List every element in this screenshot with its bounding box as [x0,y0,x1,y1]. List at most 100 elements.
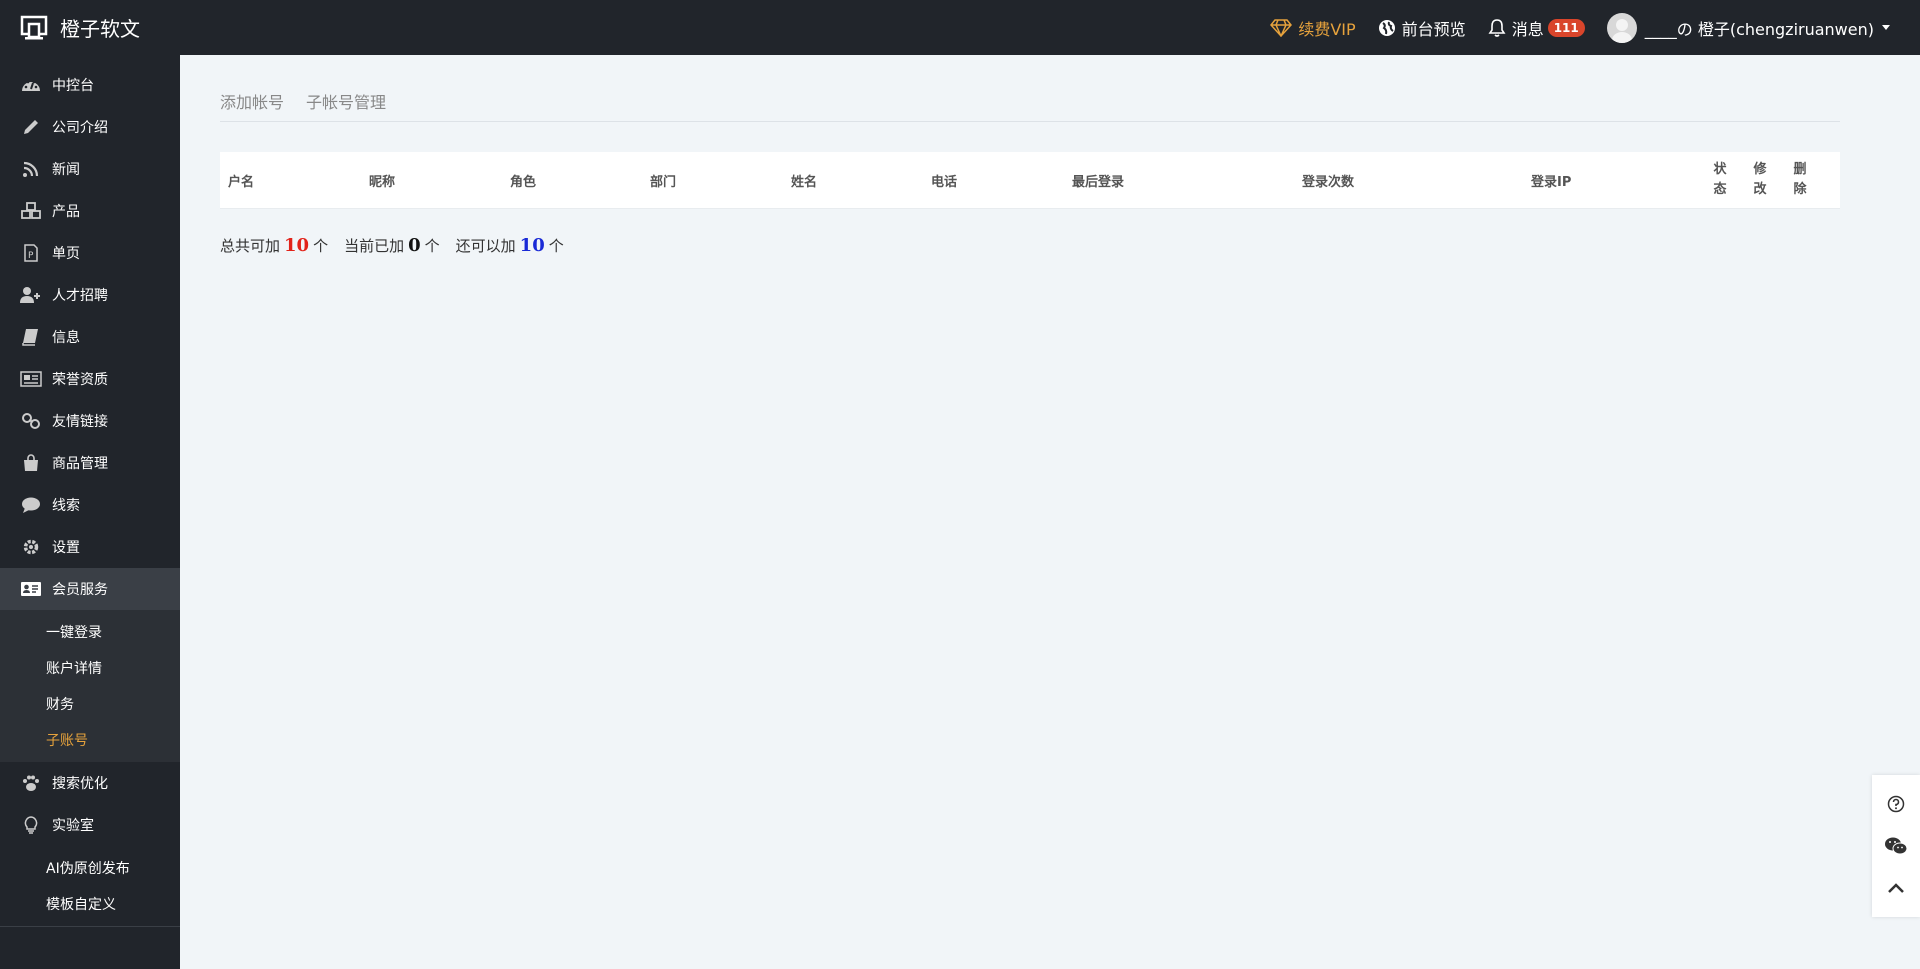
shopping-bag-icon [24,454,38,471]
unit-1: 个 [313,237,329,255]
front-preview-link[interactable]: 前台预览 [1378,16,1466,40]
help-button[interactable] [1884,792,1908,816]
user-menu[interactable]: ____の 橙子(chengziruanwen) [1606,12,1890,43]
pencil-icon [24,120,38,134]
user-name: ____の 橙子(chengziruanwen) [1644,19,1874,39]
unit-3: 个 [548,237,564,255]
messages-label: 消息 [1511,19,1544,39]
sidebar-label: 荣誉资质 [52,372,108,388]
col-phone: 电话 [931,174,958,190]
comment-icon [22,497,40,513]
table-header: 户名 昵称 角色 部门 姓名 电话 最后登录 登录次数 登录IP 状 态 修 改… [220,152,1840,208]
sidebar-item-goods[interactable]: 商品管理 [0,442,180,484]
sidebar-label: 会员服务 [52,582,108,598]
messages-link[interactable]: 消息 111 [1488,16,1585,40]
chevron-up-icon [1888,883,1904,893]
sub-item-template-custom[interactable]: 模板自定义 [0,886,180,922]
back-to-top-button[interactable] [1884,876,1908,900]
sidebar-item-leads[interactable]: 线索 [0,484,180,526]
avatar [1606,12,1637,43]
preview-label: 前台预览 [1401,19,1466,39]
sidebar-item-company[interactable]: 公司介绍 [0,106,180,148]
diamond-icon [1270,18,1293,37]
bell-icon [1488,18,1506,37]
lightbulb-icon [24,816,38,834]
messages-badge: 111 [1547,18,1585,37]
col-username: 户名 [228,174,255,190]
newspaper-icon [20,371,42,387]
sidebar-item-products[interactable]: 产品 [0,190,180,232]
col-delete-line2: 除 [1793,182,1807,197]
col-delete-line1: 删 [1793,162,1807,177]
col-role: 角色 [510,174,537,190]
sidebar-item-honor[interactable]: 荣誉资质 [0,358,180,400]
sidebar-item-dashboard[interactable]: 中控台 [0,64,180,106]
col-edit-line1: 修 [1753,162,1767,177]
gear-icon [23,539,39,555]
col-last-login: 最后登录 [1072,174,1125,190]
total-label: 总共可加 [220,237,281,255]
sidebar-item-member[interactable]: 会员服务 [0,568,180,610]
sidebar-item-links[interactable]: 友情链接 [0,400,180,442]
link-icon [22,413,40,429]
col-nickname: 昵称 [369,174,396,190]
sub-item-ai-publish[interactable]: AI伪原创发布 [0,850,180,886]
sub-item-one-click-login[interactable]: 一键登录 [0,614,180,650]
caret-down-icon [1882,25,1890,30]
id-card-icon [21,582,41,596]
col-status-line1: 状 [1713,162,1727,177]
col-department: 部门 [650,174,677,190]
sidebar-label: 人才招聘 [52,288,108,304]
sidebar-item-news[interactable]: 新闻 [0,148,180,190]
brand[interactable]: 橙子软文 [0,0,180,55]
current-count: 0 [408,235,421,256]
lab-submenu: AI伪原创发布 模板自定义 [0,846,180,927]
sidebar-item-lab[interactable]: 实验室 [0,804,180,846]
rss-icon [23,161,39,177]
renew-vip-link[interactable]: 续费VIP [1270,16,1356,40]
sidebar-label: 友情链接 [52,414,108,430]
col-edit: 修 改 [1740,160,1780,200]
sub-item-account-detail[interactable]: 账户详情 [0,650,180,686]
tab-sub-account-manage[interactable]: 子帐号管理 [306,89,386,113]
col-status: 状 态 [1700,160,1740,200]
remain-count: 10 [519,235,545,256]
wechat-icon [1885,837,1908,855]
sidebar-label: 搜索优化 [52,776,108,792]
col-login-ip: 登录IP [1531,174,1572,190]
tab-add-account[interactable]: 添加帐号 [220,89,284,113]
sidebar-label: 单页 [52,246,80,262]
sidebar-item-single-page[interactable]: P 单页 [0,232,180,274]
sidebar-item-recruit[interactable]: 人才招聘 [0,274,180,316]
sidebar-label: 线索 [52,498,80,514]
cubes-icon [21,202,41,219]
svg-text:P: P [28,251,34,261]
sidebar-label: 设置 [52,540,80,556]
top-bar: 橙子软文 续费VIP 前台预览 消息 111 ____の 橙子(chengzir… [0,0,1920,55]
current-label: 当前已加 [344,237,405,255]
sidebar-item-info[interactable]: 信息 [0,316,180,358]
sidebar-item-settings[interactable]: 设置 [0,526,180,568]
sidebar-label: 商品管理 [52,456,108,472]
col-login-count: 登录次数 [1302,174,1355,190]
sidebar: 中控台 公司介绍 新闻 产品 P 单页 人才招聘 信息 荣誉资质 友情链接 商品… [0,55,180,969]
tab-bar: 添加帐号 子帐号管理 [220,89,1840,122]
col-status-line2: 态 [1713,182,1727,197]
book-icon [22,329,38,346]
page-icon: P [24,244,38,262]
sidebar-label: 产品 [52,204,80,220]
dashboard-icon [22,80,40,91]
paw-icon [23,775,39,791]
question-circle-icon [1887,795,1905,813]
wechat-button[interactable] [1884,834,1908,858]
col-edit-line2: 改 [1753,182,1767,197]
sidebar-item-seo[interactable]: 搜索优化 [0,762,180,804]
sub-item-finance[interactable]: 财务 [0,686,180,722]
quota-summary: 总共可加 10 个当前已加 0 个还可以加 10 个 [220,235,1880,256]
brand-name: 橙子软文 [60,17,140,41]
member-submenu: 一键登录 账户详情 财务 子账号 [0,610,180,762]
monitor-logo-icon [20,15,48,39]
globe-icon [1378,19,1395,36]
sub-item-sub-account[interactable]: 子账号 [0,722,180,758]
user-plus-icon [20,287,40,303]
